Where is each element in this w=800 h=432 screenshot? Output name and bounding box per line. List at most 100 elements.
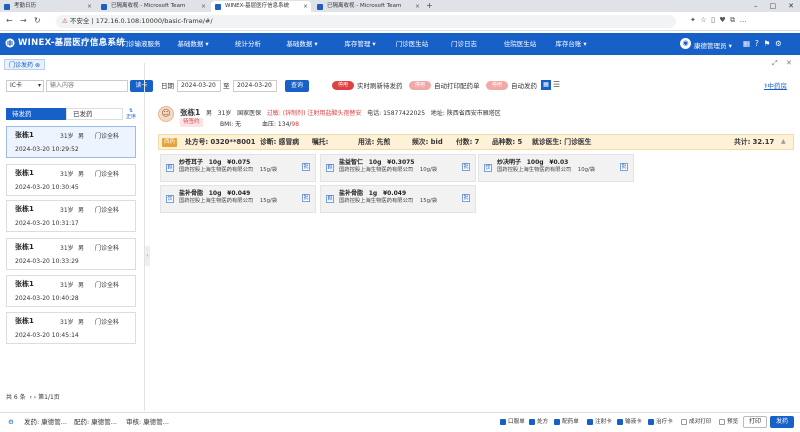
forward-icon[interactable]: → xyxy=(20,16,27,25)
close-icon[interactable]: ⊗ xyxy=(35,62,40,69)
next-page-icon[interactable]: › xyxy=(34,394,36,401)
checker-select[interactable]: 审核: 康德管... xyxy=(126,412,169,432)
patient-card[interactable]: 张栋1 31岁男 门诊全科 2024-03-20 10:30:45 xyxy=(6,164,136,196)
patient-card[interactable]: 张栋1 31岁男 门诊全科 2024-03-20 10:40:28 xyxy=(6,275,136,307)
medication-card[interactable]: 饮 炒决明子 100g ¥0.03 国药控股上海生物医药有限公司 10g/袋 批 xyxy=(478,154,634,182)
help-icon[interactable]: ? xyxy=(755,39,759,48)
browser-tab-active[interactable]: WINEX-基层医疗信息系统 × xyxy=(211,1,311,12)
batch-button[interactable]: 批 xyxy=(462,194,470,202)
new-tab-icon[interactable]: + xyxy=(426,1,433,10)
checkbox-oral[interactable] xyxy=(500,419,506,425)
settings-icon[interactable]: ⚙ xyxy=(8,412,14,432)
patient-dept: 门诊全科 xyxy=(95,245,120,252)
read-card-button[interactable]: 读卡 xyxy=(130,80,153,92)
collapse-handle[interactable]: ‹ xyxy=(145,246,150,266)
collections-icon[interactable]: ⧉ xyxy=(730,16,735,24)
more-icon[interactable]: … xyxy=(740,16,747,24)
split-icon[interactable]: ▯ xyxy=(711,16,715,24)
patient-card[interactable]: 张栋1 31岁男 门诊全科 2024-03-20 10:31:17 xyxy=(6,200,136,232)
medication-card[interactable]: 颗 盐益智仁 10g ¥0.3075 国药控股上海生物医药有限公司 10g/袋 … xyxy=(320,154,476,182)
close-window-icon[interactable]: ✕ xyxy=(788,0,794,12)
checkbox-prep[interactable] xyxy=(554,419,560,425)
close-icon[interactable]: ✕ xyxy=(786,59,792,67)
patient-card[interactable]: 张栋1 31岁男 门诊全科 2024-03-20 10:33:29 xyxy=(6,238,136,270)
page-tab[interactable]: 门诊发药 ⊗ xyxy=(4,59,45,70)
checkbox-label: 治疗卡 xyxy=(656,419,673,425)
favorites-icon[interactable]: ♥ xyxy=(719,16,725,24)
patient-card[interactable]: 张栋1 31岁男 门诊全科 2024-03-20 10:45:14 xyxy=(6,312,136,344)
menu-item[interactable]: 库存台账 ▾ xyxy=(550,33,592,55)
preparer-select[interactable]: 配药: 康德管... xyxy=(74,412,117,432)
menu-item[interactable]: 门诊医生站 xyxy=(388,33,436,55)
medication-card[interactable]: 颗 炒苍耳子 10g ¥0.075 国药控股上海生物医药有限公司 15g/袋 批 xyxy=(160,154,316,182)
bell-icon[interactable]: ⚑ xyxy=(764,39,771,48)
tab-done[interactable]: 已发药 xyxy=(66,108,123,120)
patient-name: 张栋1 xyxy=(15,280,34,288)
batch-button[interactable]: 批 xyxy=(302,194,310,202)
fullscreen-icon[interactable]: ⤢ xyxy=(772,59,778,68)
browser-tab[interactable]: 考勤日历 × xyxy=(0,1,95,12)
batch-button[interactable]: 批 xyxy=(462,163,470,171)
browser-tab[interactable]: 已隔离收视 - Microsoft Team × xyxy=(97,1,209,12)
query-button[interactable]: 查询 xyxy=(285,80,309,92)
checkbox-injection[interactable] xyxy=(587,419,593,425)
address-value: 陕西省西安市雁塔区 xyxy=(446,110,501,117)
browser-tab[interactable]: 已隔离收视 - Microsoft Team × xyxy=(313,1,423,12)
bmi-text: BMI: 无 xyxy=(220,121,241,128)
date-from-input[interactable]: 2024-03-20 xyxy=(177,80,221,92)
dispenser-select[interactable]: 发药: 康德管... xyxy=(24,412,67,432)
menu-item[interactable]: 门诊输液服务 xyxy=(116,33,166,55)
date-to-input[interactable]: 2024-03-20 xyxy=(233,80,277,92)
close-icon[interactable]: × xyxy=(87,1,92,12)
medication-card[interactable]: 颗 盐补骨脂 1g ¥0.049 国药控股上海生物医药有限公司 15g/袋 批 xyxy=(320,185,476,213)
pharmacy-link[interactable]: ⚕中药房 xyxy=(764,80,787,92)
minimize-icon[interactable]: – xyxy=(754,0,758,12)
auto-print-toggle[interactable]: 停用 xyxy=(409,81,431,90)
maximize-icon[interactable]: □ xyxy=(770,0,777,12)
avatar[interactable]: ◉ xyxy=(680,38,691,49)
print-button[interactable]: 打印 xyxy=(743,416,767,428)
card-type-select[interactable]: IC卡 ▾ xyxy=(6,80,44,92)
url-text: 172.16.0.108:10000/basic-frame/#/ xyxy=(95,17,213,25)
card-view-icon[interactable]: ▦ xyxy=(541,80,551,90)
batch-button[interactable]: 批 xyxy=(302,163,310,171)
address-bar[interactable]: ⚠ 不安全 | 172.16.0.108:10000/basic-frame/#… xyxy=(56,15,676,28)
auto-refresh-toggle[interactable]: 停用 xyxy=(332,81,354,90)
patient-dept: 门诊全科 xyxy=(95,171,120,178)
checkbox-preview[interactable] xyxy=(719,419,725,425)
medication-card[interactable]: 饮 盐补骨脂 10g ¥0.049 国药控股上海生物医药有限公司 15g/袋 批 xyxy=(160,185,316,213)
menu-item[interactable]: 住院医生站 xyxy=(496,33,544,55)
checkbox-pair-print[interactable] xyxy=(681,419,687,425)
menu-item[interactable]: 库存管理 ▾ xyxy=(334,33,386,55)
decoction-icon: 饮 xyxy=(484,164,492,172)
menu-item[interactable]: 基础数据 ▾ xyxy=(279,33,325,55)
close-icon[interactable]: × xyxy=(303,1,308,12)
pagination: 共 6 条 ‹ › 第1/1页 xyxy=(6,392,60,401)
sort-icon[interactable]: ⇅ 正序 xyxy=(126,108,136,120)
checkbox-rx[interactable] xyxy=(529,419,535,425)
menu-item[interactable]: 基础数据 ▾ xyxy=(170,33,216,55)
user-name[interactable]: 康德管理员 ▾ xyxy=(694,40,732,50)
card-input[interactable] xyxy=(46,80,128,92)
menu-item[interactable]: 统计分析 xyxy=(226,33,270,55)
checkbox-infusion[interactable] xyxy=(617,419,623,425)
patient-time: 2024-03-20 10:45:14 xyxy=(15,332,79,339)
auto-dispense-toggle[interactable]: 停用 xyxy=(486,81,508,90)
prev-page-icon[interactable]: ‹ xyxy=(29,394,31,401)
chevron-up-icon[interactable]: ▲ xyxy=(781,138,786,145)
grid-icon[interactable]: ▦ xyxy=(743,39,750,48)
star-icon[interactable]: ☆ xyxy=(700,16,706,24)
menu-item[interactable]: 门诊日志 xyxy=(442,33,486,55)
reload-icon[interactable]: ↻ xyxy=(34,16,41,25)
extensions-icon[interactable]: ✦ xyxy=(690,16,696,24)
back-icon[interactable]: ← xyxy=(6,16,13,25)
list-view-icon[interactable]: ☰ xyxy=(553,80,560,89)
dispense-button[interactable]: 发药 xyxy=(770,416,794,428)
checkbox-treatment[interactable] xyxy=(648,419,654,425)
patient-card[interactable]: 张栋1 31岁男 门诊全科 2024-03-20 10:29:52 xyxy=(6,126,136,158)
close-icon[interactable]: × xyxy=(201,1,206,12)
close-icon[interactable]: × xyxy=(415,1,420,12)
settings-icon[interactable]: ⚙ xyxy=(775,39,782,48)
tab-pending[interactable]: 待发药 xyxy=(6,108,66,120)
batch-button[interactable]: 批 xyxy=(620,163,628,171)
